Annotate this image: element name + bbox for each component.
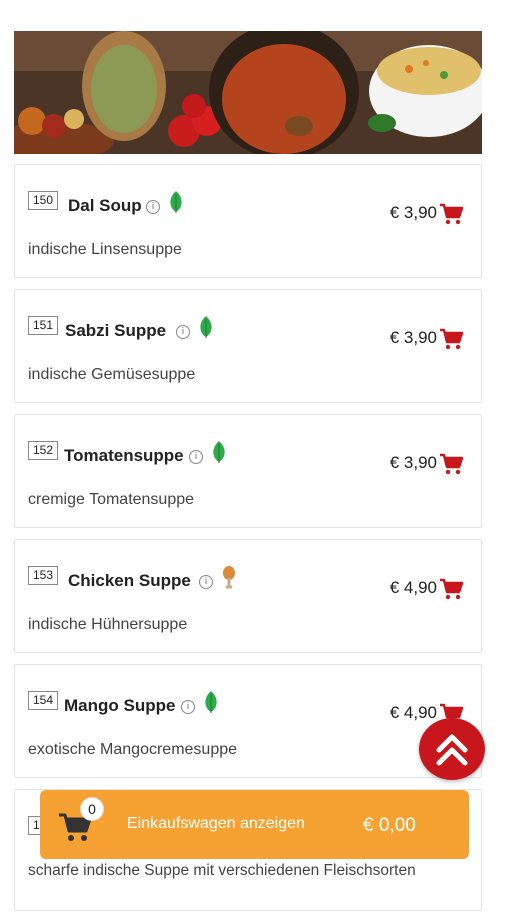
info-icon[interactable]: i [199, 575, 213, 589]
info-icon[interactable]: i [189, 450, 203, 464]
menu-item-card[interactable]: 154 Mango Suppe i € 4,90 exotische Mango… [14, 664, 482, 778]
cart-count-badge: 0 [80, 797, 104, 821]
add-to-cart-icon[interactable] [439, 578, 463, 600]
leaf-icon [200, 316, 212, 338]
item-number: 152 [28, 441, 59, 460]
leaf-icon [205, 691, 217, 713]
item-number: 151 [28, 316, 59, 335]
chicken-leg-icon [223, 566, 235, 589]
scroll-to-top-button[interactable] [419, 718, 485, 780]
add-to-cart-icon[interactable] [439, 453, 463, 475]
item-description: cremige Tomatensuppe [28, 491, 195, 508]
leaf-icon [170, 191, 182, 213]
item-name: Mango Suppe [64, 696, 176, 715]
menu-item-card[interactable]: 150 Dal Soup i € 3,90 indische Linsensup… [14, 164, 482, 278]
item-name: Chicken Suppe [68, 571, 191, 590]
info-icon[interactable]: i [176, 325, 190, 339]
add-to-cart-icon[interactable] [439, 203, 463, 225]
view-cart-bar[interactable]: 0 Einkaufswagen anzeigen € 0,00 [40, 790, 469, 859]
category-banner-image [14, 31, 482, 154]
add-to-cart-icon[interactable] [439, 328, 463, 350]
item-number: 154 [28, 691, 59, 710]
menu-item-card[interactable]: 152 Tomatensuppe i € 3,90 cremige Tomate… [14, 414, 482, 528]
item-number: 153 [28, 566, 59, 585]
item-description: indische Linsensuppe [28, 241, 182, 258]
item-description: exotische Mangocremesuppe [28, 741, 238, 758]
leaf-icon [213, 441, 225, 463]
info-icon[interactable]: i [146, 200, 160, 214]
item-description: indische Hühnersuppe [28, 616, 188, 633]
item-name: Dal Soup [68, 196, 142, 215]
item-name: Sabzi Suppe [65, 321, 167, 340]
item-description: indische Gemüsesuppe [28, 366, 196, 383]
cart-total: € 0,00 [363, 815, 416, 836]
double-chevron-up-icon [436, 734, 468, 766]
item-price: € 3,90 [389, 328, 437, 347]
item-price: € 3,90 [389, 203, 437, 222]
item-name: Tomatensuppe [64, 446, 184, 465]
item-number: 150 [28, 191, 59, 210]
item-description: scharfe indische Suppe mit verschiedenen… [28, 862, 416, 879]
menu-item-card[interactable]: 151 Sabzi Suppe i € 3,90 indische Gemüse… [14, 289, 482, 403]
info-icon[interactable]: i [181, 700, 195, 714]
menu-item-card[interactable]: 153 Chicken Suppe i € 4,90 indische Hühn… [14, 539, 482, 653]
item-price: € 4,90 [389, 578, 437, 597]
item-price: € 3,90 [389, 453, 437, 472]
view-cart-label: Einkaufswagen anzeigen [127, 815, 305, 832]
